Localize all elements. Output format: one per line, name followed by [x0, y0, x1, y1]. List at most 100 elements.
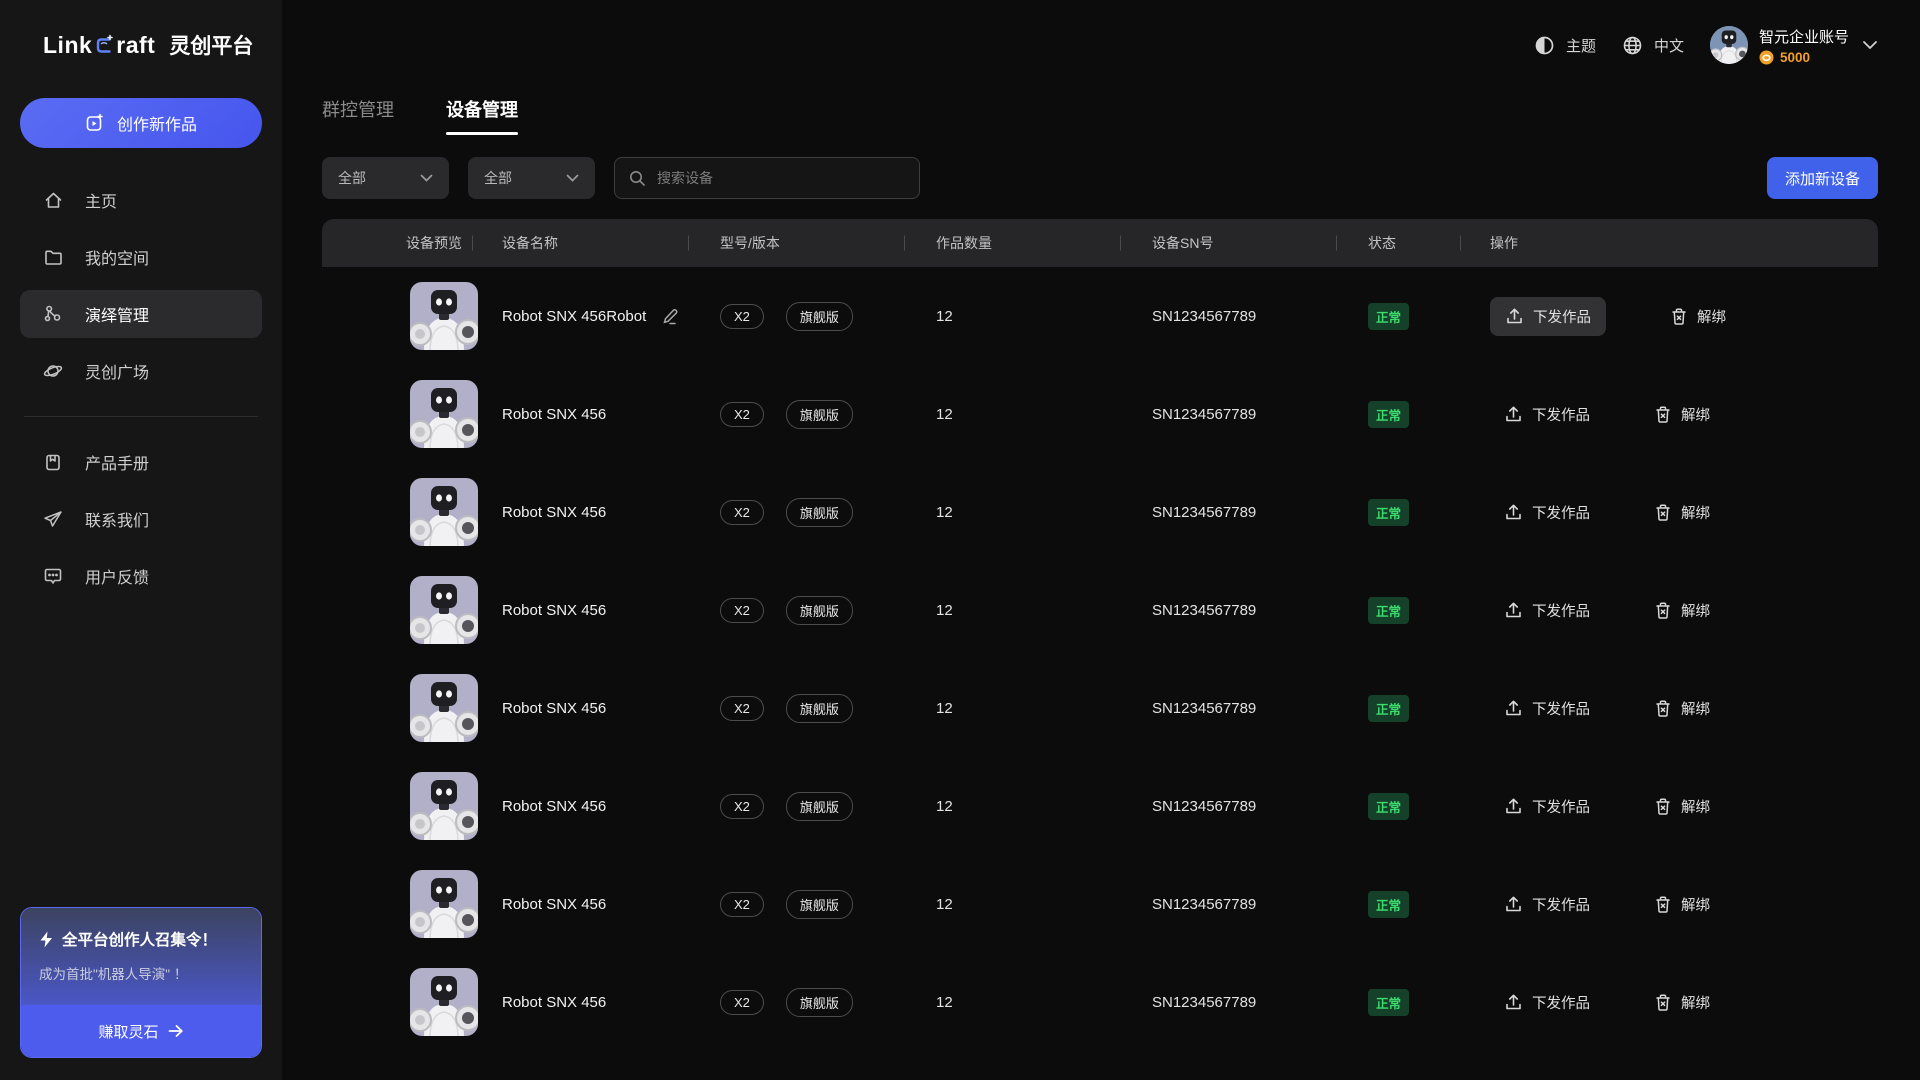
create-new-work-button[interactable]: 创作新作品: [20, 98, 262, 148]
status-badge: 正常: [1368, 499, 1409, 526]
status-cell: 正常: [1336, 989, 1460, 1016]
filter-row: 全部 全部 添加新设备: [322, 157, 1878, 199]
version-badge: 旗舰版: [786, 596, 853, 625]
status-badge: 正常: [1368, 401, 1409, 428]
brand-logo: Linkraft 灵创平台: [20, 30, 262, 60]
tab-群控管理[interactable]: 群控管理: [322, 96, 394, 135]
sidebar-menu: 主页 我的空间 演绎管理 灵创广场 产品手册 联系我们 用户反馈: [20, 176, 262, 609]
status-cell: 正常: [1336, 401, 1460, 428]
device-thumbnail[interactable]: [410, 478, 478, 546]
avatar: [1710, 26, 1748, 64]
works-count-cell: 12: [904, 308, 1120, 325]
model-version-cell: X2 旗舰版: [688, 988, 904, 1017]
status-badge: 正常: [1368, 695, 1409, 722]
actions-cell: 下发作品 解绑: [1460, 502, 1878, 523]
sidebar-item-产品手册[interactable]: 产品手册: [20, 438, 262, 486]
sidebar-item-label: 联系我们: [85, 507, 149, 531]
search-input[interactable]: [657, 170, 905, 186]
unbind-button[interactable]: 解绑: [1654, 796, 1710, 817]
publish-work-button[interactable]: 下发作品: [1504, 992, 1590, 1013]
lightning-icon: [39, 931, 54, 948]
upload-icon: [1504, 503, 1523, 522]
sidebar-item-主页[interactable]: 主页: [20, 176, 262, 224]
device-name-cell: Robot SNX 456: [472, 602, 688, 619]
unbind-button[interactable]: 解绑: [1654, 600, 1710, 621]
publish-work-button[interactable]: 下发作品: [1490, 297, 1606, 336]
publish-work-button[interactable]: 下发作品: [1504, 502, 1590, 523]
unbind-button[interactable]: 解绑: [1654, 894, 1710, 915]
book-icon: [43, 452, 63, 472]
device-thumbnail[interactable]: [410, 282, 478, 350]
tab-设备管理[interactable]: 设备管理: [446, 96, 518, 135]
device-name: Robot SNX 456Robot: [502, 308, 646, 325]
actions-cell: 下发作品 解绑: [1460, 992, 1878, 1013]
brand-suffix: 灵创平台: [169, 30, 253, 60]
trash-icon: [1654, 503, 1672, 522]
device-name: Robot SNX 456: [502, 896, 606, 913]
version-badge: 旗舰版: [786, 988, 853, 1017]
actions-cell: 下发作品 解绑: [1460, 796, 1878, 817]
model-badge: X2: [720, 402, 764, 427]
topbar: 主题 中文 智元企业账号 5000: [322, 18, 1878, 72]
device-thumbnail[interactable]: [410, 968, 478, 1036]
device-thumbnail[interactable]: [410, 772, 478, 840]
status-cell: 正常: [1336, 695, 1460, 722]
credits: 5000: [1759, 50, 1849, 65]
sidebar-item-用户反馈[interactable]: 用户反馈: [20, 552, 262, 600]
chevron-down-icon: [420, 174, 433, 182]
add-device-button[interactable]: 添加新设备: [1767, 157, 1878, 199]
unbind-button[interactable]: 解绑: [1654, 698, 1710, 719]
device-thumbnail[interactable]: [410, 576, 478, 644]
earn-gems-button[interactable]: 赚取灵石: [21, 1005, 261, 1057]
unbind-button[interactable]: 解绑: [1654, 404, 1710, 425]
account-info: 智元企业账号 5000: [1759, 26, 1849, 65]
network-icon: [43, 304, 63, 324]
device-sn-cell: SN1234567789: [1120, 602, 1336, 619]
device-preview-cell: [322, 674, 472, 742]
model-badge: X2: [720, 892, 764, 917]
status-badge: 正常: [1368, 793, 1409, 820]
actions-cell: 下发作品 解绑: [1460, 404, 1878, 425]
status-cell: 正常: [1336, 499, 1460, 526]
status-cell: 正常: [1336, 793, 1460, 820]
filter-select-2[interactable]: 全部: [468, 157, 595, 199]
device-name-cell: Robot SNX 456: [472, 896, 688, 913]
account-menu[interactable]: 智元企业账号 5000: [1710, 26, 1878, 65]
trash-icon: [1654, 699, 1672, 718]
model-version-cell: X2 旗舰版: [688, 498, 904, 527]
sidebar-item-演绎管理[interactable]: 演绎管理: [20, 290, 262, 338]
status-badge: 正常: [1368, 989, 1409, 1016]
device-name: Robot SNX 456: [502, 994, 606, 1011]
sidebar-item-联系我们[interactable]: 联系我们: [20, 495, 262, 543]
edit-name-icon[interactable]: [661, 307, 680, 326]
device-sn-cell: SN1234567789: [1120, 700, 1336, 717]
theme-toggle[interactable]: 主题: [1534, 35, 1596, 56]
publish-work-button[interactable]: 下发作品: [1504, 404, 1590, 425]
device-thumbnail[interactable]: [410, 870, 478, 938]
promo-subtitle: 成为首批"机器人导演" ！: [39, 963, 243, 983]
unbind-button[interactable]: 解绑: [1654, 992, 1710, 1013]
status-cell: 正常: [1336, 597, 1460, 624]
sidebar-item-我的空间[interactable]: 我的空间: [20, 233, 262, 281]
account-name: 智元企业账号: [1759, 26, 1849, 47]
table-row: Robot SNX 456Robot X2 旗舰版 12 SN123456778…: [322, 267, 1878, 365]
column-header: 设备名称: [472, 233, 688, 253]
publish-work-button[interactable]: 下发作品: [1504, 796, 1590, 817]
device-sn-cell: SN1234567789: [1120, 308, 1336, 325]
language-switcher[interactable]: 中文: [1622, 35, 1684, 56]
sidebar-item-label: 演绎管理: [85, 302, 149, 326]
publish-work-button[interactable]: 下发作品: [1504, 698, 1590, 719]
feedback-icon: [43, 566, 63, 586]
unbind-button[interactable]: 解绑: [1654, 502, 1710, 523]
publish-work-button[interactable]: 下发作品: [1504, 894, 1590, 915]
column-header: 型号/版本: [688, 233, 904, 253]
device-name: Robot SNX 456: [502, 700, 606, 717]
publish-work-button[interactable]: 下发作品: [1504, 600, 1590, 621]
device-thumbnail[interactable]: [410, 380, 478, 448]
device-thumbnail[interactable]: [410, 674, 478, 742]
device-preview-cell: [322, 478, 472, 546]
filter-select-1[interactable]: 全部: [322, 157, 449, 199]
sidebar-item-灵创广场[interactable]: 灵创广场: [20, 347, 262, 395]
works-count-cell: 12: [904, 406, 1120, 423]
unbind-button[interactable]: 解绑: [1670, 306, 1726, 327]
